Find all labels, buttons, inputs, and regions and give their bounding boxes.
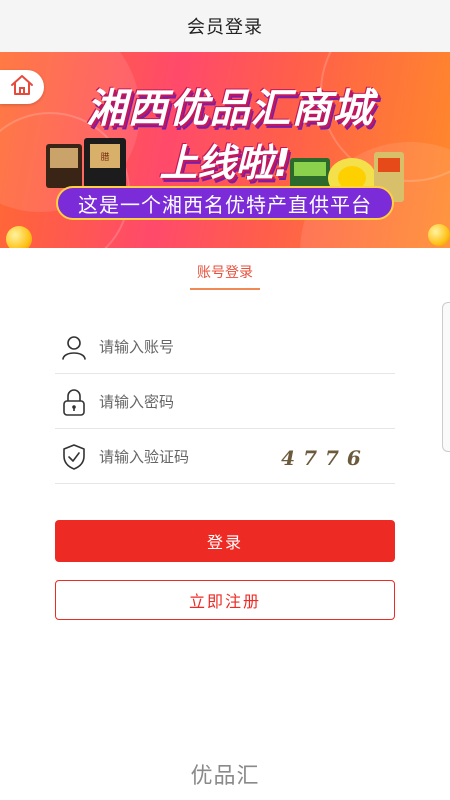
account-field [55,320,395,374]
login-button[interactable]: 登录 [55,520,395,562]
register-button[interactable]: 立即注册 [55,580,395,620]
app-header: 会员登录 [0,0,450,52]
shield-check-icon [55,437,95,477]
tab-account-login[interactable]: 账号登录 [190,258,260,290]
home-button[interactable] [0,70,44,104]
footer-logo: 优品汇 [190,764,260,789]
svg-text:腊: 腊 [100,152,109,163]
lock-icon [55,382,95,422]
account-input[interactable] [99,337,279,356]
banner-decor [6,226,32,248]
promo-banner[interactable]: 腊 湘西优品汇商城 上线啦! 这是一个湘西名优特产直供平台 [0,52,450,248]
user-icon [55,327,95,367]
page-title: 会员登录 [187,17,263,38]
side-drawer-handle[interactable] [442,302,450,452]
home-icon [9,73,35,101]
banner-tagline: 这是一个湘西名优特产直供平台 [56,186,394,220]
banner-title: 湘西优品汇商城 [86,86,374,132]
login-tabs: 账号登录 [0,258,450,292]
banner-decor [428,224,450,246]
banner-subtitle-launch: 上线啦! [159,141,291,185]
captcha-input[interactable] [99,447,279,466]
captcha-image[interactable]: 4776 [281,443,367,473]
captcha-field: 4776 [55,430,395,484]
password-field [55,375,395,429]
password-input[interactable] [99,392,279,411]
product-image-left: 腊 [46,138,126,188]
